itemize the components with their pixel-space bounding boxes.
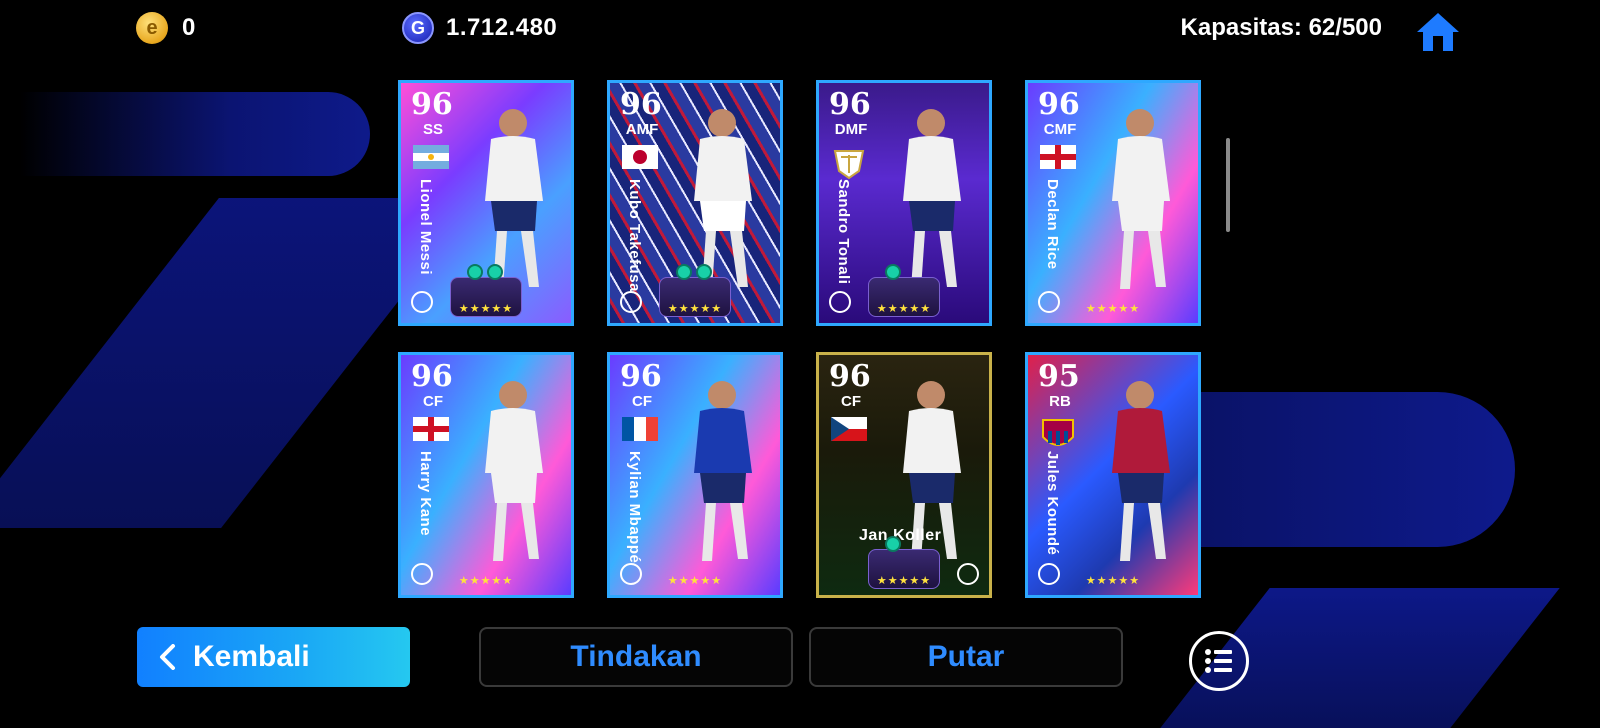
chevron-left-icon [160, 644, 175, 670]
bg-decoration [20, 92, 370, 176]
card-position: CF [423, 393, 443, 410]
home-icon [1417, 13, 1459, 51]
player-card[interactable]: 96 AMF Kubo Takefusa ★★★★★ [607, 80, 783, 326]
player-image [664, 373, 774, 578]
card-rating: 96 [411, 359, 453, 394]
list-menu-icon [1205, 649, 1232, 673]
skill-icon [467, 264, 483, 280]
france-flag-icon [622, 417, 658, 441]
gp-count: 1.712.480 [446, 14, 558, 41]
gp-icon: G [402, 12, 434, 44]
player-card[interactable]: 96 CF Kylian Mbappé ★★★★★ [607, 352, 783, 598]
japan-flag-icon [622, 145, 658, 169]
skill-icon [696, 264, 712, 280]
efootball-logo-icon [1038, 291, 1060, 313]
play-button-label: Putar [927, 640, 1005, 673]
card-stars: ★★★★★ [876, 303, 932, 315]
england-flag-icon [413, 417, 449, 441]
efootball-logo-icon [1038, 563, 1060, 585]
skill-icon [676, 264, 692, 280]
card-stars: ★★★★★ [1085, 575, 1141, 587]
actions-button-label: Tindakan [570, 640, 702, 673]
player-card[interactable]: 95 RB Jules Koundé ★★★★★ [1025, 352, 1201, 598]
back-button-label: Kembali [193, 640, 310, 673]
card-position: CMF [1043, 121, 1077, 138]
scrollbar[interactable] [1226, 138, 1230, 232]
card-position: RB [1049, 393, 1071, 410]
club-crest-flag-icon [831, 145, 867, 180]
card-player-name: Lionel Messi [417, 179, 434, 276]
bg-decoration [1185, 392, 1515, 547]
coin-count: 0 [182, 14, 196, 41]
skill-icon [885, 264, 901, 280]
capacity-label: Kapasitas: 62/500 [1180, 14, 1382, 41]
skill-icon [885, 536, 901, 552]
card-rating: 96 [620, 359, 662, 394]
card-player-name: Kubo Takefusa [626, 179, 643, 292]
efootball-logo-icon [957, 563, 979, 585]
card-rating: 96 [411, 87, 453, 122]
card-player-name: Declan Rice [1044, 179, 1061, 270]
card-rating: 96 [620, 87, 662, 122]
player-image [1082, 101, 1192, 306]
card-position: AMF [625, 121, 659, 138]
card-stars: ★★★★★ [458, 303, 514, 315]
card-position: SS [422, 121, 443, 138]
card-rating: 95 [1038, 359, 1080, 394]
gp-balance: G 1.712.480 [402, 12, 557, 44]
efootball-logo-icon [411, 563, 433, 585]
card-player-name: Sandro Tonali [835, 179, 852, 285]
player-image [455, 373, 565, 578]
home-button[interactable] [1414, 10, 1462, 54]
card-stars: ★★★★★ [667, 303, 723, 315]
player-card[interactable]: 96 CF Harry Kane ★★★★★ [398, 352, 574, 598]
actions-button[interactable]: Tindakan [479, 627, 793, 687]
skill-icon [487, 264, 503, 280]
card-position: CF [632, 393, 652, 410]
efootball-logo-icon [620, 563, 642, 585]
argentina-flag-icon [413, 145, 449, 169]
czech-flag-icon [831, 417, 867, 441]
back-button[interactable]: Kembali [137, 627, 410, 687]
card-stars: ★★★★★ [458, 575, 514, 587]
card-position: DMF [834, 121, 868, 138]
player-card[interactable]: 96 SS Lionel Messi ★★★★★ [398, 80, 574, 326]
card-player-name: Kylian Mbappé [626, 451, 643, 564]
coin-icon: e [136, 12, 168, 44]
efootball-logo-icon [620, 291, 642, 313]
card-stars: ★★★★★ [667, 575, 723, 587]
card-rating: 96 [829, 359, 871, 394]
player-card[interactable]: 96 CMF Declan Rice ★★★★★ [1025, 80, 1201, 326]
play-button[interactable]: Putar [809, 627, 1123, 687]
card-player-name: Jules Koundé [1044, 451, 1061, 556]
list-menu-button[interactable] [1189, 631, 1249, 691]
player-card[interactable]: 96 CF Jan Koller ★★★★★ [816, 352, 992, 598]
card-player-name: Harry Kane [417, 451, 434, 537]
coin-balance: e 0 [136, 12, 196, 44]
card-stars: ★★★★★ [1085, 303, 1141, 315]
top-bar: e 0 G 1.712.480 Kapasitas: 62/500 [0, 0, 1600, 60]
england-flag-icon [1040, 145, 1076, 169]
barcelona-flag-icon [1040, 417, 1076, 446]
efootball-logo-icon [829, 291, 851, 313]
card-position: CF [841, 393, 861, 410]
card-rating: 96 [829, 87, 871, 122]
card-stars: ★★★★★ [876, 575, 932, 587]
card-rating: 96 [1038, 87, 1080, 122]
player-image [1082, 373, 1192, 578]
player-card[interactable]: 96 DMF Sandro Tonali ★★★★★ [816, 80, 992, 326]
efootball-logo-icon [411, 291, 433, 313]
